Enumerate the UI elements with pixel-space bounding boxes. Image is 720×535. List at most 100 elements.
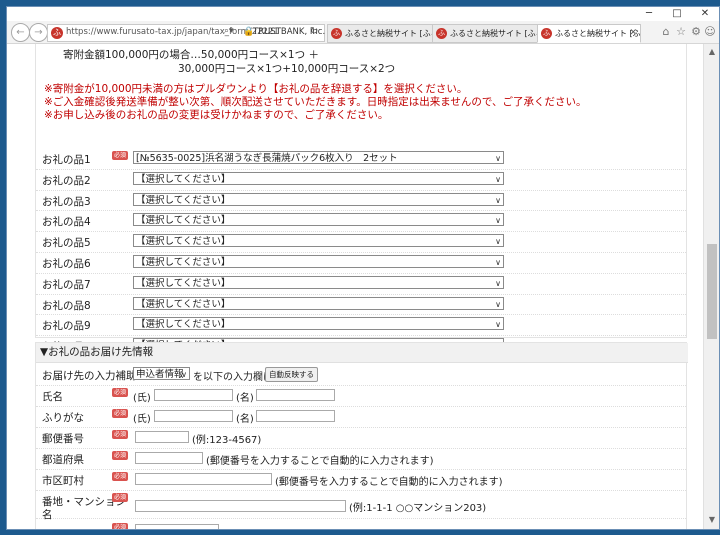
search-dropdown-icon[interactable]: ⌕▾: [224, 26, 234, 36]
scroll-thumb[interactable]: [707, 244, 717, 339]
next-input[interactable]: [135, 524, 219, 529]
gift-select[interactable]: 【選択してください】 ∨: [133, 255, 504, 268]
chevron-down-icon: ∨: [495, 174, 501, 184]
gift-label: お礼の品5: [42, 237, 91, 250]
gift-label: お礼の品2: [42, 174, 91, 187]
gift-label: お礼の品9: [42, 320, 91, 333]
address-input[interactable]: [135, 500, 346, 512]
required-badge: 必須: [112, 430, 128, 439]
address-bar[interactable]: ふ https://www.furusato-tax.jp/japan/tax_…: [47, 24, 342, 42]
last-name-input[interactable]: [154, 389, 233, 401]
close-window-icon[interactable]: ✕: [691, 7, 719, 21]
assist-select[interactable]: 申込者情報 ∨: [133, 367, 190, 380]
required-badge: 必須: [112, 388, 128, 397]
delivery-section-header: ▼お礼の品お届け先情報: [36, 343, 688, 363]
chevron-down-icon: ∨: [495, 258, 501, 267]
scroll-up-icon[interactable]: ▲: [704, 46, 719, 58]
chevron-down-icon: ∨: [181, 370, 187, 379]
first-name-input[interactable]: [256, 389, 335, 401]
tab-3-active[interactable]: ふふるさと納税サイト [ふるさとチ...✕: [537, 24, 641, 43]
gift-select-value: 【選択してください】: [136, 298, 231, 310]
page-content: 寄附金額100,000円の場合…50,000円コース×1つ ＋ 30,000円コ…: [7, 44, 703, 529]
gift-select-value: 【選択してください】: [136, 236, 231, 248]
tab-label: ふるさと納税サイト [ふるさとチョイ...: [450, 29, 537, 38]
settings-gear-icon[interactable]: ⚙: [689, 25, 703, 39]
address-hint: (例:1-1-1 ○○マンション203): [349, 503, 487, 514]
delivery-panel: ▼お礼の品お届け先情報 お届け先の入力補助 申込者情報 ∨ を以下の入力欄に 自動…: [35, 342, 688, 529]
chevron-down-icon: ∨: [495, 299, 501, 309]
course-line-2: 30,000円コース×1つ+10,000円コース×2つ: [178, 63, 396, 75]
gift-select[interactable]: 【選択してください】 ∨: [133, 213, 504, 227]
tab-favicon-icon: ふ: [331, 28, 342, 39]
city-row: 市区町村 必須 (郵便番号を入力することで自動的に入力されます): [36, 469, 686, 491]
back-icon[interactable]: ←: [11, 23, 30, 42]
delivery-assist-row: お届け先の入力補助 申込者情報 ∨ を以下の入力欄に 自動反映する: [36, 364, 686, 386]
gift-row: お礼の品9 【選択してください】 ∨: [36, 314, 686, 337]
assist-text: を以下の入力欄に: [193, 372, 273, 383]
auto-fill-button[interactable]: 自動反映する: [265, 367, 318, 382]
kana-label: ふりがな: [42, 412, 84, 424]
gift-panel: 寄附金額100,000円の場合…50,000円コース×1つ ＋ 30,000円コ…: [35, 44, 687, 357]
zip-hint: (例:123-4567): [192, 435, 262, 446]
sei-label: (氏): [133, 393, 151, 404]
refresh-icon[interactable]: ↻: [310, 26, 318, 37]
gift-select[interactable]: 【選択してください】 ∨: [133, 234, 504, 248]
tab-label: ふるさと納税サイト [ふるさとチョイ...: [345, 29, 432, 38]
note-3: ※お申し込み後のお礼の品の変更は受けかねますので、ご了承ください。: [44, 109, 389, 121]
tab-favicon-icon: ふ: [436, 28, 447, 39]
gift-row: お礼の品3 【選択してください】 ∨: [36, 190, 686, 212]
gift-select[interactable]: [№5635-0025]浜名湖うなぎ長蒲焼パック6枚入り 2セット ∨: [133, 151, 504, 164]
gift-label: お礼の品4: [42, 216, 91, 229]
zip-input[interactable]: [135, 431, 189, 443]
pref-input[interactable]: [135, 452, 203, 464]
gift-label: お礼の品8: [42, 299, 91, 312]
next-row-partial: 必須: [36, 520, 686, 529]
gift-row: お礼の品2 【選択してください】 ∨: [36, 169, 686, 191]
gift-row: お礼の品5 【選択してください】 ∨: [36, 231, 686, 253]
zip-row: 郵便番号 必須 (例:123-4567): [36, 427, 686, 449]
address-row: 番地・マンション 名 必須 (例:1-1-1 ○○マンション203): [36, 490, 686, 521]
tab-label: ふるさと納税サイト [ふるさとチ...: [555, 29, 641, 38]
required-badge: 必須: [112, 472, 128, 481]
smiley-feedback-icon[interactable]: ☺: [703, 25, 717, 39]
gift-label: お礼の品6: [42, 258, 91, 270]
city-label: 市区町村: [42, 475, 84, 487]
forward-icon[interactable]: →: [29, 23, 48, 42]
scroll-down-icon[interactable]: ▼: [704, 514, 719, 526]
browser-window: ─ □ ✕ ← → ふ https://www.furusato-tax.jp/…: [6, 6, 720, 530]
required-badge: 必須: [112, 523, 128, 529]
required-badge: 必須: [112, 493, 128, 502]
tab-1[interactable]: ふふるさと納税サイト [ふるさとチョイ...: [327, 24, 433, 43]
gift-select[interactable]: 【選択してください】 ∨: [133, 171, 504, 185]
gift-select-value: 【選択してください】: [136, 257, 231, 268]
site-favicon-icon: ふ: [51, 27, 63, 39]
gift-select[interactable]: 【選択してください】 ∨: [133, 192, 504, 206]
mei-label: (名): [236, 393, 254, 404]
vertical-scrollbar[interactable]: ▲ ▼: [703, 44, 719, 529]
pref-label: 都道府県: [42, 454, 84, 466]
gift-label: お礼の品7: [42, 278, 91, 291]
gift-select[interactable]: 【選択してください】 ∨: [133, 296, 504, 310]
sei-kana-label: (氏): [133, 414, 151, 425]
title-bar: ─ □ ✕: [7, 7, 719, 21]
gift-select[interactable]: 【選択してください】 ∨: [133, 275, 504, 289]
gift-label: お礼の品1: [42, 154, 91, 166]
chevron-down-icon: ∨: [495, 216, 501, 226]
name-row: 氏名 必須 (氏) (名): [36, 385, 686, 407]
gift-select-value: 【選択してください】: [136, 215, 231, 227]
tab-2[interactable]: ふふるさと納税サイト [ふるさとチョイ...: [432, 24, 538, 43]
gift-select-value: 【選択してください】: [136, 319, 231, 331]
gift-select[interactable]: 【選択してください】 ∨: [133, 317, 504, 331]
browser-toolbar: ← → ふ https://www.furusato-tax.jp/japan/…: [7, 21, 719, 44]
favorites-star-icon[interactable]: ☆: [674, 25, 688, 39]
close-tab-icon[interactable]: ✕: [629, 25, 637, 42]
first-name-kana-input[interactable]: [256, 410, 335, 422]
pref-row: 都道府県 必須 (郵便番号を入力することで自動的に入力されます): [36, 448, 686, 470]
home-icon[interactable]: ⌂: [659, 25, 673, 39]
maximize-icon[interactable]: □: [663, 7, 691, 21]
city-input[interactable]: [135, 473, 272, 485]
minimize-icon[interactable]: ─: [635, 7, 663, 21]
last-name-kana-input[interactable]: [154, 410, 233, 422]
gift-row: お礼の品8 【選択してください】 ∨: [36, 294, 686, 316]
gift-select-value: 【選択してください】: [136, 277, 231, 289]
